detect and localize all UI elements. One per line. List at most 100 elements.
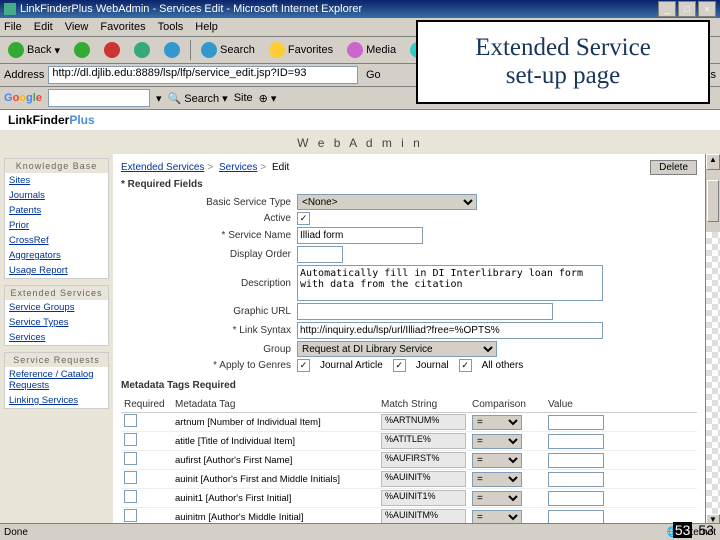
scroll-thumb[interactable]	[707, 180, 719, 222]
required-checkbox[interactable]	[124, 433, 137, 446]
display-order-input[interactable]	[297, 246, 343, 263]
delete-button[interactable]: Delete	[650, 160, 697, 175]
value-input[interactable]	[548, 472, 604, 487]
minimize-button[interactable]: _	[658, 1, 676, 17]
google-site-button[interactable]: Site	[234, 92, 253, 104]
admin-title: W e b A d m i n	[0, 132, 720, 154]
value-input[interactable]	[548, 434, 604, 449]
genre-journal-checkbox[interactable]: ✓	[393, 359, 406, 372]
metadata-table-body: artnum [Number of Individual Item]%ARTNU…	[121, 413, 697, 530]
comparison-select[interactable]: =	[472, 491, 522, 506]
sidebar-box-req: Service Requests Reference / Catalog Req…	[4, 352, 109, 409]
value-input[interactable]	[548, 491, 604, 506]
match-string-field: %AUFIRST%	[381, 452, 466, 468]
sidebar-item-journals[interactable]: Journals	[5, 188, 108, 203]
sidebar-item-aggregators[interactable]: Aggregators	[5, 248, 108, 263]
required-checkbox[interactable]	[124, 509, 137, 522]
google-search-button[interactable]: 🔍 Search ▾	[167, 92, 227, 105]
status-text: Done	[4, 527, 28, 538]
home-button[interactable]	[160, 40, 184, 60]
refresh-button[interactable]	[130, 40, 154, 60]
link-syntax-input[interactable]	[297, 322, 603, 339]
table-row: auinit1 [Author's First Initial]%AUINIT1…	[121, 489, 697, 508]
window-title: LinkFinderPlus WebAdmin - Services Edit …	[20, 3, 362, 15]
required-legend: * Required Fields	[121, 179, 697, 190]
match-string-field: %AUINIT1%	[381, 490, 466, 506]
sidebar-item-sites[interactable]: Sites	[5, 173, 108, 188]
crumb-edit: Edit	[272, 162, 289, 173]
brand-name: LinkFinder	[8, 113, 69, 127]
google-opt-button[interactable]: ⊕ ▾	[259, 92, 277, 105]
crumb-svc[interactable]: Services	[219, 162, 257, 173]
menu-favorites[interactable]: Favorites	[100, 21, 145, 33]
match-string-field: %ARTNUM%	[381, 414, 466, 430]
required-checkbox[interactable]	[124, 414, 137, 427]
sidebar-item-usage[interactable]: Usage Report	[5, 263, 108, 278]
breadcrumb: Extended Services> Services> Edit Delete	[121, 160, 697, 175]
table-row: atitle [Title of Individual Item]%ATITLE…	[121, 432, 697, 451]
google-logo: Google	[4, 92, 42, 104]
group-select[interactable]: Request at DI Library Service	[297, 341, 497, 357]
metadata-title: Metadata Tags Required	[121, 380, 697, 391]
sidebar-item-linksvc[interactable]: Linking Services	[5, 393, 108, 408]
sidebar-item-svcgroups[interactable]: Service Groups	[5, 300, 108, 315]
sidebar-box-kb: Knowledge Base Sites Journals Patents Pr…	[4, 158, 109, 279]
menu-edit[interactable]: Edit	[34, 21, 53, 33]
sidebar-item-crossref[interactable]: CrossRef	[5, 233, 108, 248]
required-checkbox[interactable]	[124, 490, 137, 503]
stop-button[interactable]	[100, 40, 124, 60]
menu-view[interactable]: View	[65, 21, 89, 33]
table-row: aufirst [Author's First Name]%AUFIRST%=	[121, 451, 697, 470]
back-button[interactable]: Back▾	[4, 40, 64, 60]
scroll-up-button[interactable]: ▲	[706, 154, 720, 170]
comparison-select[interactable]: =	[472, 415, 522, 430]
menu-file[interactable]: File	[4, 21, 22, 33]
window-titlebar: LinkFinderPlus WebAdmin - Services Edit …	[0, 0, 720, 18]
annotation-overlay: Extended Service set-up page	[416, 20, 710, 104]
basic-service-type-select[interactable]: <None>	[297, 194, 477, 210]
metadata-table-header: Required Metadata Tag Match String Compa…	[121, 397, 697, 413]
required-checkbox[interactable]	[124, 471, 137, 484]
comparison-select[interactable]: =	[472, 434, 522, 449]
genre-all-others-checkbox[interactable]: ✓	[459, 359, 472, 372]
favorites-button[interactable]: Favorites	[265, 40, 337, 60]
address-label: Address	[4, 69, 44, 81]
sidebar-item-patents[interactable]: Patents	[5, 203, 108, 218]
graphic-url-input[interactable]	[297, 303, 553, 320]
address-input[interactable]: http://dl.djlib.edu:8889/lsp/lfp/service…	[48, 66, 358, 84]
service-name-input[interactable]	[297, 227, 423, 244]
forward-button[interactable]	[70, 40, 94, 60]
page-number: 53 53	[673, 522, 714, 538]
status-bar: Done 🌐 Internet	[0, 523, 720, 540]
main-panel: Extended Services> Services> Edit Delete…	[113, 154, 705, 530]
value-input[interactable]	[548, 453, 604, 468]
description-textarea[interactable]: Automatically fill in DI Interlibrary lo…	[297, 265, 603, 301]
search-button[interactable]: Search	[197, 40, 259, 60]
close-button[interactable]: ×	[698, 1, 716, 17]
value-input[interactable]	[548, 415, 604, 430]
table-row: auinit [Author's First and Middle Initia…	[121, 470, 697, 489]
table-row: artnum [Number of Individual Item]%ARTNU…	[121, 413, 697, 432]
menu-tools[interactable]: Tools	[158, 21, 184, 33]
comparison-select[interactable]: =	[472, 453, 522, 468]
maximize-button[interactable]: □	[678, 1, 696, 17]
menu-help[interactable]: Help	[195, 21, 218, 33]
brand-suffix: Plus	[69, 113, 94, 127]
crumb-ext[interactable]: Extended Services	[121, 162, 204, 173]
sidebar: Knowledge Base Sites Journals Patents Pr…	[0, 154, 113, 530]
required-checkbox[interactable]	[124, 452, 137, 465]
ie-icon	[4, 3, 16, 15]
go-button[interactable]: Go	[366, 69, 381, 81]
active-checkbox[interactable]: ✓	[297, 212, 310, 225]
sidebar-item-svctypes[interactable]: Service Types	[5, 315, 108, 330]
sidebar-item-prior[interactable]: Prior	[5, 218, 108, 233]
sidebar-box-ext: Extended Services Service Groups Service…	[4, 285, 109, 346]
media-button[interactable]: Media	[343, 40, 400, 60]
match-string-field: %ATITLE%	[381, 433, 466, 449]
google-search-input[interactable]	[48, 89, 150, 107]
sidebar-item-services[interactable]: Services	[5, 330, 108, 345]
sidebar-item-refreq[interactable]: Reference / Catalog Requests	[5, 367, 108, 393]
comparison-select[interactable]: =	[472, 472, 522, 487]
genre-journal-article-checkbox[interactable]: ✓	[297, 359, 310, 372]
vertical-scrollbar[interactable]: ▲ ▼	[705, 154, 720, 530]
